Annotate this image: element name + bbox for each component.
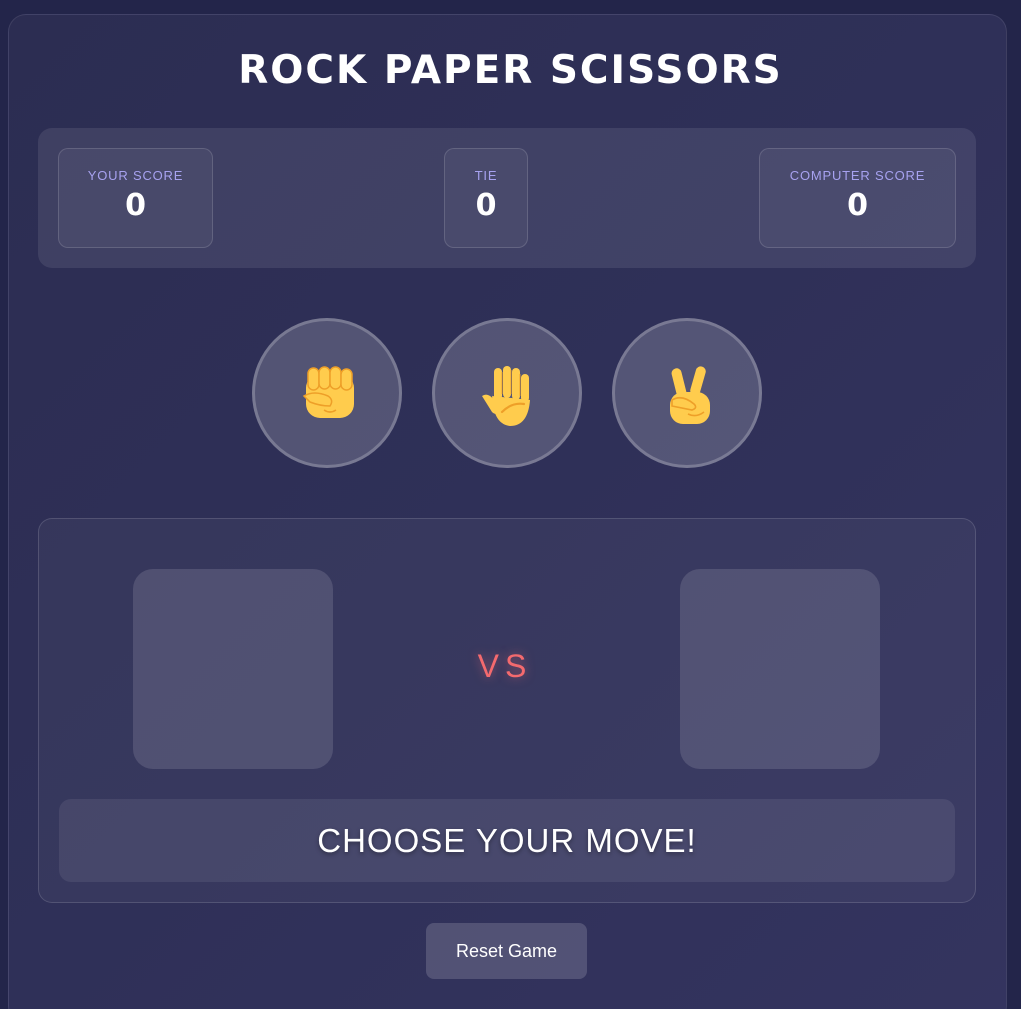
- player-score-box: YOUR SCORE 0: [58, 148, 213, 248]
- player-score-value: 0: [125, 188, 146, 223]
- raised-hand-icon: [482, 366, 530, 426]
- computer-score-label: COMPUTER SCORE: [789, 168, 926, 183]
- result-message: CHOOSE YOUR MOVE!: [59, 799, 955, 882]
- player-choice-box: [133, 569, 333, 769]
- reset-game-button[interactable]: Reset Game: [426, 923, 587, 979]
- computer-score-box: COMPUTER SCORE 0: [759, 148, 956, 248]
- tie-score-value: 0: [475, 188, 497, 223]
- player-score-label: YOUR SCORE: [87, 168, 184, 183]
- game-title: ROCK PAPER SCISSORS: [238, 48, 783, 93]
- computer-score-value: 0: [847, 188, 868, 223]
- rock-button[interactable]: [252, 318, 402, 468]
- scissors-button[interactable]: [612, 318, 762, 468]
- paper-button[interactable]: [432, 318, 582, 468]
- computer-choice-box: [680, 569, 880, 769]
- victory-hand-icon: [670, 366, 710, 424]
- tie-score-label: TIE: [474, 168, 498, 183]
- tie-score-box: TIE 0: [444, 148, 528, 248]
- raised-fist-icon: [302, 366, 354, 418]
- vs-label: VS: [477, 648, 533, 684]
